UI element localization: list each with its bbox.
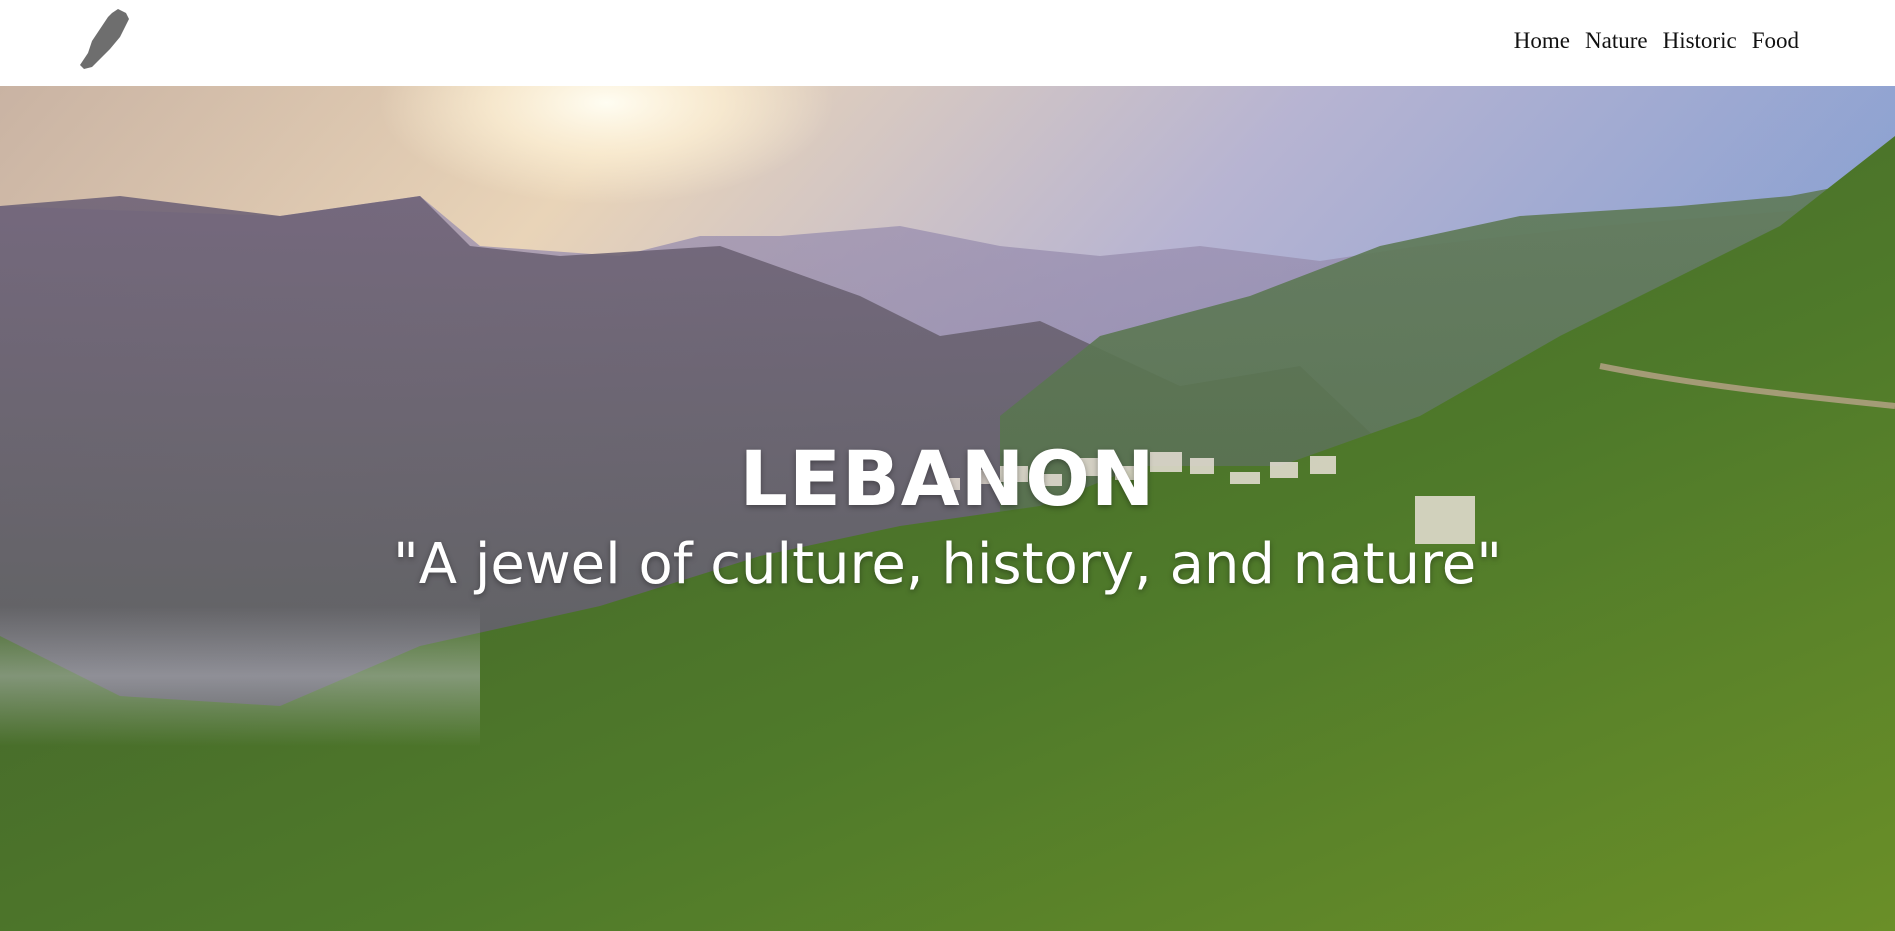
navbar: Home Nature Historic Food bbox=[0, 0, 1895, 86]
hero-title: LEBANON bbox=[739, 434, 1156, 523]
nav-link-home[interactable]: Home bbox=[1514, 28, 1570, 53]
hero-subtitle: "A jewel of culture, history, and nature… bbox=[392, 532, 1503, 597]
nav-item-historic: Historic bbox=[1663, 24, 1737, 58]
nav-item-food: Food bbox=[1752, 24, 1799, 58]
nav-link-historic[interactable]: Historic bbox=[1663, 28, 1737, 53]
nav-link-food[interactable]: Food bbox=[1752, 28, 1799, 53]
nav-item-home: Home bbox=[1514, 24, 1570, 58]
nav-links: Home Nature Historic Food bbox=[1514, 24, 1799, 58]
nav-link-nature[interactable]: Nature bbox=[1585, 28, 1648, 53]
hero-section: LEBANON "A jewel of culture, history, an… bbox=[0, 86, 1895, 931]
lebanon-map-icon[interactable] bbox=[74, 7, 134, 69]
nav-item-nature: Nature bbox=[1585, 24, 1648, 58]
